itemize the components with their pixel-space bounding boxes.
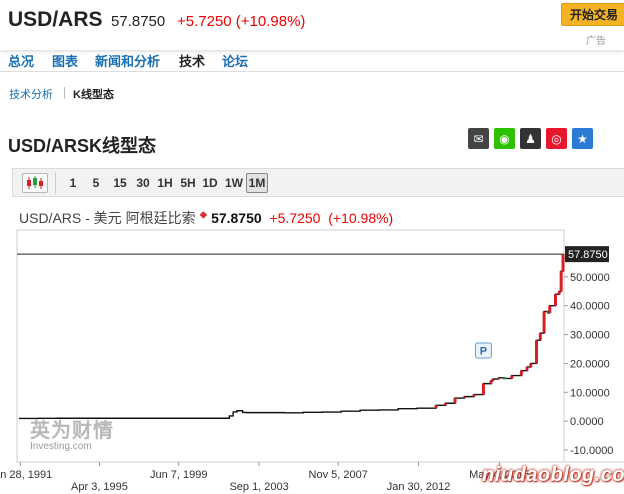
x-tick-label: Jan 30, 2012 (387, 481, 451, 493)
timeframe-15[interactable]: 15 (111, 173, 129, 193)
timeframe-1w[interactable]: 1W (223, 173, 245, 193)
candle-bar (529, 363, 533, 367)
subnav-candlestick-patterns: K线型态 (73, 89, 114, 101)
main-nav-tabs: 总况 图表 新闻和分析 技术 论坛 (0, 50, 624, 72)
y-tick-label: 50.0000 (570, 272, 610, 284)
chart-toolbar: 1 5 15 30 1H 5H 1D 1W 1M (12, 168, 624, 197)
candle-bar (535, 340, 539, 364)
timeframe-1h[interactable]: 1H (156, 173, 174, 193)
candle-bar (453, 398, 457, 404)
event-marker-label: P (480, 345, 487, 357)
bookmark-star-icon[interactable]: ★ (572, 128, 593, 149)
section-title: USD/ARSK线型态 (8, 136, 157, 156)
candle-bar (559, 271, 563, 292)
candle-bar (497, 377, 501, 380)
quote-header: USD/ARS 57.8750 +5.7250 (+10.98%) 开始交易 广… (0, 0, 624, 50)
candle-bar (548, 305, 552, 313)
timeframe-5h[interactable]: 5H (179, 173, 197, 193)
weibo-icon[interactable]: ◎ (546, 128, 567, 149)
x-tick-label: Jun 7, 1999 (150, 469, 208, 481)
price-chart[interactable]: 50.0000 40.0000 30.0000 20.0000 10.0000 0.000… (0, 228, 624, 494)
y-tick-label: 0.0000 (570, 416, 604, 428)
live-dot-icon: ◆ (199, 209, 208, 221)
candlestick-type-button[interactable] (22, 173, 48, 193)
subnav-divider (64, 87, 65, 99)
candle-bar (561, 254, 565, 272)
candle-bar (553, 294, 557, 306)
y-tick-label: 40.0000 (570, 301, 610, 313)
tab-technical[interactable]: 技术 (179, 51, 205, 70)
chart-legend: USD/ARS - 美元 阿根廷比索 ◆ 57.8750 +5.7250 (+1… (19, 208, 393, 228)
candle-bar (472, 394, 476, 397)
last-price: 57.8750 (111, 13, 166, 30)
candle-bar (489, 380, 493, 384)
tab-overview[interactable]: 总况 (8, 51, 34, 70)
candle-bar (434, 405, 438, 409)
candle-bar (519, 370, 523, 376)
price-change: +5.7250 (+10.98%) (177, 13, 306, 30)
price-chart-svg: 50.0000 40.0000 30.0000 20.0000 10.0000 0.000… (0, 229, 624, 493)
last-price-label: 57.8750 (568, 249, 608, 261)
y-tick-label: 30.0000 (570, 330, 610, 342)
y-tick-label: -10.0000 (570, 445, 613, 457)
email-icon[interactable]: ✉ (468, 128, 489, 149)
wechat-icon[interactable]: ◉ (494, 128, 515, 149)
candle-bar (510, 375, 514, 379)
candlestick-icon (27, 176, 43, 189)
candle-bar (525, 366, 529, 371)
candle-bar (462, 396, 466, 399)
candle-bar (502, 377, 506, 380)
x-tick-label: Jan 28, 1991 (0, 469, 52, 481)
candle-bar (443, 403, 447, 406)
legend-price: 57.8750 (211, 210, 262, 226)
subnav-technical-analysis[interactable]: 技术分析 (9, 86, 53, 102)
ad-label: 广告 (586, 36, 606, 47)
tab-charts[interactable]: 图表 (52, 51, 78, 70)
qq-icon[interactable]: ♟ (520, 128, 541, 149)
legend-change-pct: (+10.98%) (328, 210, 394, 226)
x-tick-label: Sep 1, 2003 (229, 481, 288, 493)
legend-change: +5.7250 (269, 210, 321, 226)
timeframe-30[interactable]: 30 (134, 173, 152, 193)
site-watermark: niudaoblog.com (482, 464, 624, 486)
candle-bar (481, 383, 485, 395)
tab-news-analysis[interactable]: 新闻和分析 (95, 51, 160, 70)
toolbar-divider (55, 172, 56, 194)
x-tick-label: Apr 3, 1995 (71, 481, 128, 493)
candle-bar (557, 291, 561, 295)
candle-bar (542, 311, 546, 334)
tab-forum[interactable]: 论坛 (222, 51, 248, 70)
watermark-brand-cn: 英为财情 (30, 420, 114, 442)
candle-bar (491, 379, 495, 381)
investing-watermark: 英为财情 Investing.com (30, 414, 114, 452)
timeframe-5[interactable]: 5 (90, 173, 102, 193)
timeframe-1[interactable]: 1 (67, 173, 79, 193)
start-trading-button[interactable]: 开始交易 (561, 3, 624, 26)
y-tick-label: 10.0000 (570, 387, 610, 399)
candle-bar (538, 333, 542, 341)
page-title: USD/ARS (8, 8, 103, 31)
legend-pair: USD/ARS - 美元 阿根廷比索 (19, 210, 196, 226)
timeframe-1m[interactable]: 1M (246, 173, 268, 193)
x-tick-label: Nov 5, 2007 (309, 469, 368, 481)
y-tick-label: 20.0000 (570, 358, 610, 370)
timeframe-1d[interactable]: 1D (201, 173, 219, 193)
